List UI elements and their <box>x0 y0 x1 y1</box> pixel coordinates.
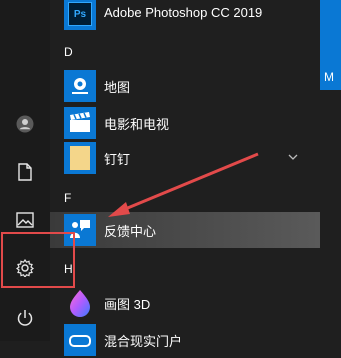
section-header-d[interactable]: D <box>64 45 73 59</box>
paint3d-tile <box>64 287 96 319</box>
app-label: 钉钉 <box>104 152 131 167</box>
maps-tile <box>64 70 96 102</box>
settings-highlight-box <box>1 232 75 288</box>
folder-icon <box>70 146 90 170</box>
start-rail <box>0 0 50 341</box>
app-label: Adobe Photoshop CC 2019 <box>104 5 263 20</box>
app-label: 画图 3D <box>104 297 151 312</box>
picture-icon <box>16 212 34 228</box>
photoshop-tile: Ps <box>64 0 96 30</box>
app-mixed-reality[interactable]: 混合现实门户 <box>50 322 320 358</box>
user-account-button[interactable] <box>0 100 50 148</box>
dingtalk-tile <box>64 142 96 174</box>
app-photoshop[interactable]: Ps Adobe Photoshop CC 2019 <box>50 0 320 32</box>
film-clapper-icon <box>70 112 90 132</box>
photoshop-icon: Ps <box>68 2 92 26</box>
app-label: 电影和电视 <box>104 117 170 132</box>
mixed-reality-tile <box>64 324 96 356</box>
app-movies-tv[interactable]: 电影和电视 <box>50 105 320 141</box>
app-label: 反馈中心 <box>104 224 157 239</box>
document-icon <box>18 163 32 181</box>
app-paint-3d[interactable]: 画图 3D <box>50 285 320 321</box>
app-label: 地图 <box>104 80 131 95</box>
app-dingtalk[interactable]: 钉钉 <box>50 140 320 176</box>
live-tile-panel[interactable]: M <box>320 0 341 90</box>
headset-icon <box>69 335 91 347</box>
tile-letter: M <box>324 70 334 84</box>
user-icon <box>16 115 34 133</box>
chevron-down-icon[interactable] <box>288 154 298 161</box>
section-header-f[interactable]: F <box>64 191 71 205</box>
app-maps[interactable]: 地图 <box>50 68 320 104</box>
app-feedback-hub[interactable]: 反馈中心 <box>50 212 320 248</box>
paint3d-icon <box>70 290 90 317</box>
app-list: Ps Adobe Photoshop CC 2019 D 地图 电影和电视 钉钉… <box>50 0 320 356</box>
documents-button[interactable] <box>0 148 50 196</box>
movies-tile <box>64 107 96 139</box>
power-button[interactable] <box>0 294 50 342</box>
map-icon <box>72 78 88 94</box>
power-icon <box>17 310 33 326</box>
